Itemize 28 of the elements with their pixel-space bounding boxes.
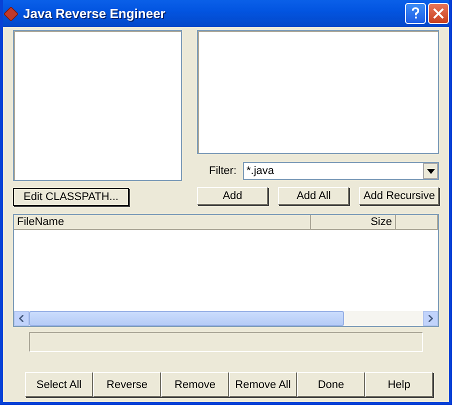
action-button[interactable]: Select All [25,372,93,397]
dropdown-button[interactable] [423,163,438,179]
add-button[interactable]: Add [197,187,268,205]
close-icon [433,8,444,19]
scrollbar-thumb[interactable] [29,311,344,326]
scroll-left-button[interactable] [14,311,29,326]
help-icon [411,7,420,20]
action-button[interactable]: Remove All [229,372,297,397]
edit-classpath-button[interactable]: Edit CLASSPATH... [13,188,129,206]
horizontal-scrollbar[interactable] [14,311,438,326]
window-title: Java Reverse Engineer [23,6,166,21]
app-icon [4,6,18,20]
filter-label: Filter: [209,165,236,177]
add-button[interactable]: Add Recursive [359,187,439,205]
action-button[interactable]: Help [365,372,433,397]
action-button[interactable]: Done [297,372,365,397]
dropdown-arrow-icon [426,168,434,174]
close-button[interactable] [428,3,449,24]
source-list[interactable] [197,30,439,154]
scroll-right-button[interactable] [423,311,438,326]
action-button[interactable]: Remove [161,372,229,397]
action-button[interactable]: Reverse [93,372,161,397]
column-header[interactable]: Size [311,215,396,230]
help-button[interactable] [405,3,426,24]
classpath-list[interactable] [13,30,182,181]
add-button[interactable]: Add All [278,187,350,205]
filter-combo[interactable]: *.java [242,162,439,180]
column-header[interactable]: FileName [14,215,311,230]
